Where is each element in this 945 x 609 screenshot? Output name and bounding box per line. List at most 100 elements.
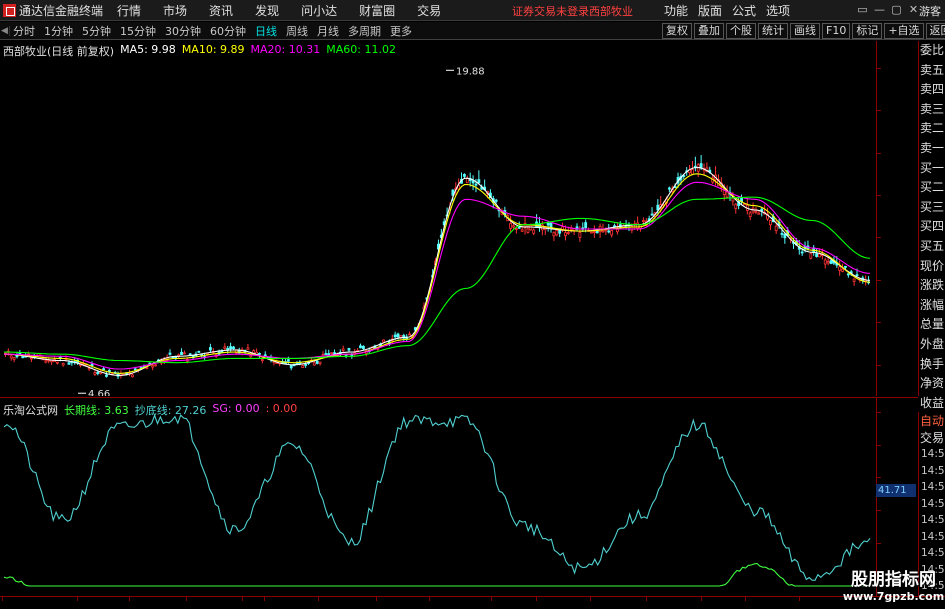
add-watchlist-button[interactable]: +自选 — [884, 23, 924, 39]
draw-line-button[interactable]: 画线 — [790, 23, 820, 39]
menu-market-quotes[interactable]: 行情 — [117, 2, 141, 19]
kline-chart-svg[interactable]: 19.88 4.66 — [0, 41, 876, 396]
date-axis-tick — [129, 597, 130, 601]
candlestick — [745, 198, 749, 215]
tick-time-label: 14:56 — [921, 514, 945, 526]
date-axis-tick — [429, 597, 430, 601]
price-axis-tick — [877, 322, 881, 324]
candle-body — [783, 233, 787, 239]
collapse-arrow-icon[interactable]: ◀ — [0, 25, 10, 36]
indicator-name[interactable]: 乐淘公式网 — [3, 402, 58, 418]
menu-layout[interactable]: 版面 — [698, 2, 722, 19]
period-5min[interactable]: 5分钟 — [82, 23, 111, 39]
candle-body — [347, 348, 351, 351]
menu-trade[interactable]: 交易 — [417, 2, 441, 19]
stock-period-label[interactable]: 西部牧业(日线 前复权) — [3, 43, 114, 59]
candle-body — [393, 334, 397, 338]
minimize-icon[interactable]: — — [871, 3, 888, 17]
indicator-chart-svg[interactable] — [0, 398, 876, 596]
candle-body — [151, 365, 155, 368]
candle-body — [601, 230, 605, 233]
quote-field-label: 买四 — [919, 219, 944, 234]
restore-window-icon[interactable]: ▭ — [854, 3, 871, 17]
low-price-label: 4.66 — [88, 389, 110, 396]
candle-body — [312, 362, 316, 366]
period-more[interactable]: 更多 — [390, 23, 412, 39]
price-axis-tick — [877, 67, 881, 69]
period-15min[interactable]: 15分钟 — [120, 23, 156, 39]
candlestick — [180, 348, 183, 356]
period-daily[interactable]: 日线 — [255, 23, 277, 39]
candle-body — [396, 333, 400, 338]
candlestick — [324, 349, 328, 355]
indicator-pane[interactable] — [0, 397, 876, 596]
back-button[interactable]: 返回 — [925, 23, 945, 39]
period-intraday[interactable]: 分时 — [13, 23, 35, 39]
period-monthly[interactable]: 月线 — [317, 23, 339, 39]
menu-functions[interactable]: 功能 — [664, 2, 688, 19]
period-60min[interactable]: 60分钟 — [210, 23, 246, 39]
date-axis-tick — [799, 597, 800, 601]
stock-info-button[interactable]: 个股 — [726, 23, 756, 39]
candle-body — [133, 368, 137, 371]
menu-options[interactable]: 选项 — [766, 2, 790, 19]
candlestick — [73, 357, 77, 365]
menu-ask-assistant[interactable]: 问小达 — [301, 2, 337, 19]
menu-wealth-circle[interactable]: 财富圈 — [359, 2, 395, 19]
quote-field-label: 卖一 — [919, 140, 944, 155]
menu-market[interactable]: 市场 — [163, 2, 187, 19]
candlestick — [552, 231, 556, 241]
candle-body — [641, 220, 645, 222]
period-30min[interactable]: 30分钟 — [165, 23, 201, 39]
auto-trade-label[interactable]: 自动 — [919, 412, 945, 429]
candlestick — [509, 215, 513, 232]
overlay-button[interactable]: 叠加 — [694, 23, 724, 39]
candlestick — [512, 224, 515, 229]
candle-body — [514, 228, 518, 230]
period-1min[interactable]: 1分钟 — [44, 23, 73, 39]
menu-news[interactable]: 资讯 — [209, 2, 233, 19]
quote-field-label: 收益 — [919, 395, 944, 410]
candle-body — [21, 356, 25, 359]
candle-body — [590, 231, 593, 234]
candlestick — [757, 211, 761, 215]
kline-chart-pane[interactable]: 19.88 4.66 — [0, 41, 876, 396]
candlestick — [610, 229, 614, 238]
candle-body — [30, 357, 33, 360]
period-multi[interactable]: 多周期 — [348, 23, 381, 39]
adjust-price-button[interactable]: 复权 — [662, 23, 692, 39]
candle-body — [327, 353, 331, 355]
candlestick — [315, 360, 319, 365]
date-axis-tick — [590, 597, 591, 601]
candle-body — [315, 360, 319, 364]
indicator-axis-tick — [877, 477, 881, 479]
price-axis-tick — [877, 110, 881, 112]
candle-body — [154, 364, 157, 367]
mark-button[interactable]: 标记 — [852, 23, 883, 39]
candle-body — [260, 359, 264, 362]
trade-label[interactable]: 交易 — [919, 429, 945, 446]
menu-formula[interactable]: 公式 — [732, 2, 756, 19]
guest-user-label[interactable]: 游客 — [919, 3, 941, 19]
candle-body — [324, 353, 328, 355]
candlestick — [318, 361, 322, 366]
candlestick — [12, 356, 16, 363]
statistics-button[interactable]: 统计 — [758, 23, 788, 39]
candle-body — [844, 265, 847, 268]
menu-discover[interactable]: 发现 — [255, 2, 279, 19]
trade-login-status[interactable]: 证券交易未登录 — [512, 3, 589, 19]
candle-body — [131, 374, 134, 378]
app-logo-icon — [3, 3, 16, 17]
quote-field-label: 卖四 — [919, 82, 944, 97]
date-axis-tick — [745, 597, 746, 601]
candle-body — [330, 352, 334, 355]
period-weekly[interactable]: 周线 — [286, 23, 308, 39]
f10-button[interactable]: F10 — [822, 23, 851, 39]
maximize-icon[interactable]: ▢ — [888, 3, 905, 17]
quote-field-label: 买三 — [919, 199, 944, 214]
candle-body — [549, 222, 553, 228]
date-axis-tick — [376, 597, 377, 601]
candlestick — [592, 225, 596, 238]
candle-body — [477, 179, 481, 184]
candlestick — [783, 232, 787, 244]
